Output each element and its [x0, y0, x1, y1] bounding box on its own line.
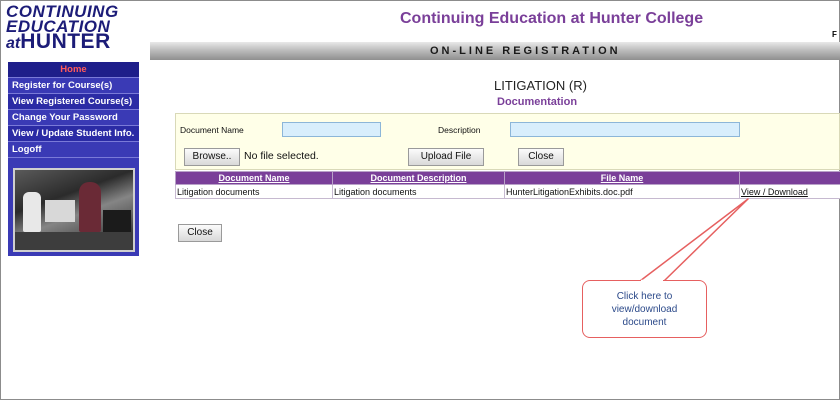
callout-line-1: Click here to: [616, 291, 673, 302]
sidebar-nav: Home Register for Course(s) View Registe…: [8, 62, 139, 256]
document-name-input[interactable]: [282, 122, 381, 137]
sidebar-item-change-password[interactable]: Change Your Password: [8, 110, 139, 126]
sidebar-item-register[interactable]: Register for Course(s): [8, 78, 139, 94]
logo-hunter: HUNTER: [20, 30, 111, 53]
header-document-name[interactable]: Document Name: [175, 171, 333, 185]
description-input[interactable]: [510, 122, 740, 137]
callout-line-3: document: [622, 317, 667, 328]
site-title: Continuing Education at Hunter College: [400, 10, 704, 27]
banner-text: ON-LINE REGISTRATION: [430, 45, 621, 57]
browse-button[interactable]: Browse..: [184, 148, 240, 166]
photo-desk: [15, 232, 133, 250]
upload-panel: Document Name Description Browse.. No fi…: [175, 113, 840, 170]
documents-table: Document Name Document Description File …: [175, 171, 840, 199]
close-panel-button[interactable]: Close: [518, 148, 564, 166]
page-subtitle: Documentation: [497, 96, 578, 108]
photo-person-2: [79, 182, 101, 232]
header-action: [739, 171, 840, 185]
description-label: Description: [438, 125, 481, 135]
sidebar-item-logoff[interactable]: Logoff: [8, 142, 139, 158]
document-name-label: Document Name: [180, 125, 244, 135]
upload-file-button[interactable]: Upload File: [408, 148, 484, 166]
photo-monitor: [45, 200, 75, 222]
close-button[interactable]: Close: [178, 224, 222, 242]
registration-banner: ON-LINE REGISTRATION: [150, 42, 840, 60]
sidebar-item-view-registered[interactable]: View Registered Course(s): [8, 94, 139, 110]
hunter-logo: CONTINUING EDUCATION atHUNTER: [6, 3, 156, 60]
cell-document-name: Litigation documents: [175, 184, 333, 199]
corner-text: F: [832, 30, 837, 39]
view-download-link[interactable]: View / Download: [739, 184, 840, 199]
callout-line-2: view/download: [611, 304, 678, 315]
page-title: LITIGATION (R): [494, 78, 587, 93]
table-header-row: Document Name Document Description File …: [175, 171, 840, 185]
header-document-description[interactable]: Document Description: [332, 171, 505, 185]
sidebar-item-home[interactable]: Home: [8, 62, 139, 78]
students-photo: [13, 168, 135, 252]
photo-person-1: [23, 192, 41, 232]
callout-annotation: Click here to view/download document: [582, 280, 707, 338]
logo-line-3: atHUNTER: [6, 31, 156, 52]
logo-at: at: [6, 35, 21, 52]
header-file-name[interactable]: File Name: [504, 171, 740, 185]
cell-file-name: HunterLitigationExhibits.doc.pdf: [504, 184, 740, 199]
no-file-text: No file selected.: [244, 150, 319, 162]
cell-document-description: Litigation documents: [332, 184, 505, 199]
table-row: Litigation documents Litigation document…: [175, 184, 840, 199]
sidebar-item-update-info[interactable]: View / Update Student Info.: [8, 126, 139, 142]
